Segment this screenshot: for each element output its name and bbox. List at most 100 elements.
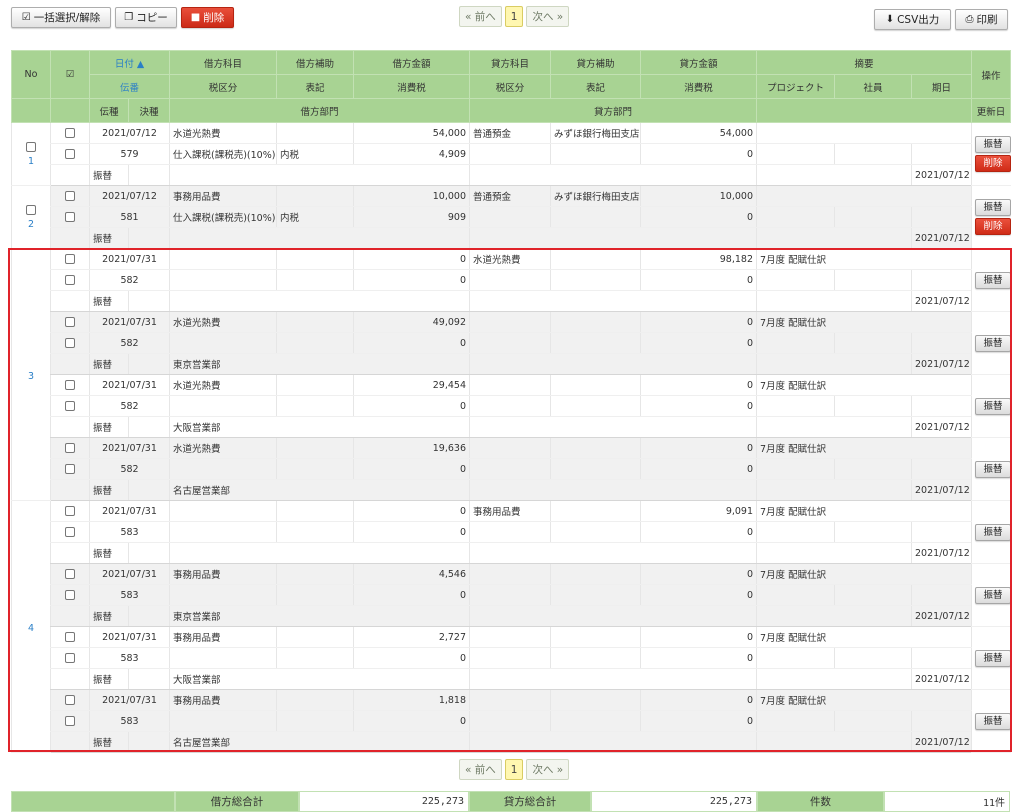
transfer-button[interactable]: 振替 <box>975 712 1011 730</box>
entry-number-link[interactable]: 4 <box>15 623 47 634</box>
line-checkbox[interactable] <box>65 632 75 642</box>
journal-line-row[interactable]: 3 2021/07/31 0 水道光熱費 98,182 7月度 配賦仕訳 振替 <box>11 248 1011 501</box>
line-checkbox[interactable] <box>65 254 75 264</box>
print-button[interactable]: ⎙ 印刷 <box>955 9 1008 30</box>
journal-line-row[interactable]: 582 0 0 <box>12 395 1011 417</box>
journal-line-row[interactable]: 2021/07/31 水道光熱費 49,092 0 7月度 配賦仕訳 振替 <box>12 311 1011 375</box>
current-page[interactable]: 1 <box>504 6 524 27</box>
line-checkbox[interactable] <box>65 464 75 474</box>
printer-icon: ⎙ <box>965 14 974 25</box>
journal-line-row[interactable]: 583 0 0 <box>12 710 1011 732</box>
line-checkbox[interactable] <box>65 149 75 159</box>
line-checkbox[interactable] <box>65 212 75 222</box>
row-delete-button[interactable]: 削除 <box>975 218 1011 235</box>
journal-line-row[interactable]: 振替 東京営業部 2021/07/12 <box>12 605 1011 627</box>
csv-export-button[interactable]: ⬇ CSV出力 <box>874 9 951 30</box>
summary-cell: 7月度 配賦仕訳 <box>756 626 972 648</box>
credit-account-cell: 事務用品費 <box>469 500 551 522</box>
entry-number-link[interactable]: 1 <box>15 156 47 167</box>
journal-line-row[interactable]: 2021/07/31 水道光熱費 29,454 0 7月度 配賦仕訳 振替 <box>12 374 1011 438</box>
debit-account-cell: 事務用品費 <box>169 689 277 711</box>
prev-page-link[interactable]: « 前へ <box>459 759 502 780</box>
line-checkbox[interactable] <box>65 506 75 516</box>
col-slip-no[interactable]: 伝番 <box>88 74 171 99</box>
journal-line-row[interactable]: 振替 2021/07/12 <box>12 227 1011 249</box>
journal-line-row[interactable]: 582 0 0 <box>12 269 1011 291</box>
journal-line-row[interactable]: 2 2021/07/12 事務用品費 10,000 普通預金 みずほ銀行梅田支店 10,00… <box>11 185 1011 249</box>
journal-line-row[interactable]: 582 0 0 <box>12 332 1011 354</box>
col-check[interactable]: ☑ <box>50 50 90 99</box>
transfer-button[interactable]: 振替 <box>975 649 1011 667</box>
line-checkbox[interactable] <box>65 191 75 201</box>
summary-blank-cell <box>756 542 912 564</box>
line-checkbox[interactable] <box>65 653 75 663</box>
entry-checkbox[interactable] <box>26 141 36 152</box>
journal-line-row[interactable]: 583 0 0 <box>12 647 1011 669</box>
journal-line-row[interactable]: 4 2021/07/31 0 事務用品費 9,091 7月度 配賦仕訳 振替 <box>11 500 1011 753</box>
journal-line-row[interactable]: 579 仕入課税(課税売)(10%) 内税 4,909 0 <box>12 143 1011 165</box>
journal-line-row[interactable]: 582 0 0 <box>12 458 1011 480</box>
transfer-button[interactable]: 振替 <box>975 334 1011 352</box>
journal-line-row[interactable]: 581 仕入課税(課税売)(10%) 内税 909 0 <box>12 206 1011 228</box>
line-checkbox[interactable] <box>65 590 75 600</box>
journal-line-row[interactable]: 振替 大阪営業部 2021/07/12 <box>12 668 1011 690</box>
journal-line-row[interactable]: 振替 2021/07/12 <box>12 290 1011 312</box>
settle-type-cell <box>127 416 170 438</box>
tax-class-cell: 仕入課税(課税売)(10%) <box>169 206 277 228</box>
journal-line-row[interactable]: 振替 名古屋営業部 2021/07/12 <box>12 731 1011 753</box>
journal-line-row[interactable]: 2021/07/31 事務用品費 4,546 0 7月度 配賦仕訳 振替 <box>12 563 1011 627</box>
operation-cell: 振替 <box>971 248 1011 312</box>
summary-blank-cell <box>756 416 912 438</box>
journal-line-row[interactable]: 1 2021/07/12 水道光熱費 54,000 普通預金 みずほ銀行梅田支店 54,00… <box>11 122 1011 186</box>
entry-checkbox[interactable] <box>26 204 36 215</box>
debit-amount-cell: 0 <box>353 248 470 270</box>
transfer-button[interactable]: 振替 <box>975 460 1011 478</box>
line-checkbox[interactable] <box>65 380 75 390</box>
line-checkbox[interactable] <box>65 401 75 411</box>
transfer-button[interactable]: 振替 <box>975 397 1011 415</box>
credit-amount-cell: 0 <box>640 374 757 396</box>
transfer-button[interactable]: 振替 <box>975 586 1011 604</box>
entry-number-link[interactable]: 3 <box>15 371 47 382</box>
journal-line-row[interactable]: 2021/07/31 事務用品費 1,818 0 7月度 配賦仕訳 振替 <box>12 689 1011 753</box>
next-page-link[interactable]: 次へ » <box>526 759 570 780</box>
line-checkbox[interactable] <box>65 716 75 726</box>
delete-button[interactable]: ■ 削除 <box>181 7 234 28</box>
line-check-cell <box>50 185 90 207</box>
journal-line-row[interactable]: 振替 東京営業部 2021/07/12 <box>12 353 1011 375</box>
select-all-button[interactable]: ☑ 一括選択/解除 <box>11 7 111 28</box>
current-page[interactable]: 1 <box>504 759 524 780</box>
period-cell <box>911 584 972 606</box>
journal-line-row[interactable]: 583 0 0 <box>12 584 1011 606</box>
employee-cell <box>834 710 912 732</box>
journal-line-row[interactable]: 583 0 0 <box>12 521 1011 543</box>
transfer-button[interactable]: 振替 <box>975 199 1011 216</box>
journal-line-row[interactable]: 振替 2021/07/12 <box>12 164 1011 186</box>
next-page-link[interactable]: 次へ » <box>526 6 570 27</box>
col-date-sort[interactable]: 日付 ▲ <box>88 50 171 75</box>
copy-button[interactable]: ❐ コピー <box>115 7 177 28</box>
line-checkbox[interactable] <box>65 527 75 537</box>
line-checkbox[interactable] <box>65 275 75 285</box>
entry-number-link[interactable]: 2 <box>15 219 47 230</box>
line-checkbox[interactable] <box>65 317 75 327</box>
line-checkbox[interactable] <box>65 128 75 138</box>
settle-type-cell <box>127 353 170 375</box>
journal-line-row[interactable]: 2021/07/31 水道光熱費 19,636 0 7月度 配賦仕訳 振替 <box>12 437 1011 501</box>
journal-line-row[interactable]: 2021/07/31 事務用品費 2,727 0 7月度 配賦仕訳 振替 <box>12 626 1011 690</box>
slip-type-cell: 振替 <box>89 416 129 438</box>
journal-line-row[interactable]: 振替 2021/07/12 <box>12 542 1011 564</box>
transfer-button[interactable]: 振替 <box>975 523 1011 541</box>
transfer-button[interactable]: 振替 <box>975 136 1011 153</box>
line-checkbox[interactable] <box>65 695 75 705</box>
row-delete-button[interactable]: 削除 <box>975 155 1011 172</box>
transfer-button[interactable]: 振替 <box>975 271 1011 289</box>
col-debit-sub: 借方補助 <box>276 50 355 75</box>
prev-page-link[interactable]: « 前へ <box>459 6 502 27</box>
line-checkbox[interactable] <box>65 443 75 453</box>
line-checkbox[interactable] <box>65 338 75 348</box>
journal-line-row[interactable]: 振替 名古屋営業部 2021/07/12 <box>12 479 1011 501</box>
line-checkbox[interactable] <box>65 569 75 579</box>
summary-cell: 7月度 配賦仕訳 <box>756 689 972 711</box>
journal-line-row[interactable]: 振替 大阪営業部 2021/07/12 <box>12 416 1011 438</box>
